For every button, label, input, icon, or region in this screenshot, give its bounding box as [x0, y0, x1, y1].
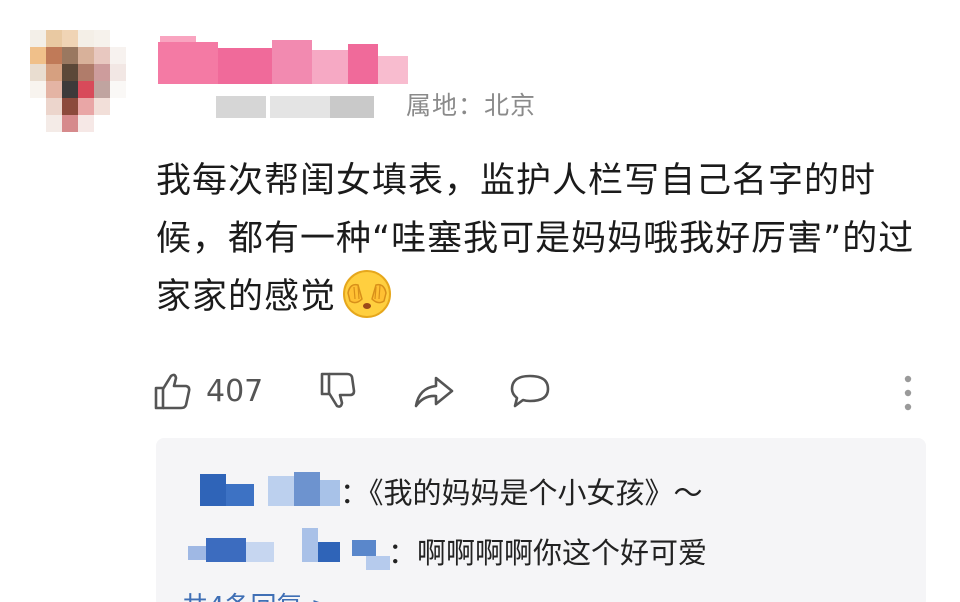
reply-item[interactable]: ：啊啊啊啊你这个好可爱 [156, 528, 926, 572]
replies-box: ：《我的妈妈是个小女孩》～ ：啊啊啊啊你这个好可爱 共4条回复 > [156, 438, 926, 602]
date-blurred [216, 96, 266, 118]
reply-text: ：《我的妈妈是个小女孩》～ [340, 476, 703, 510]
reply-author-blurred [268, 476, 294, 506]
like-button[interactable]: 407 [152, 366, 263, 416]
comment-text-content: 我每次帮闺女填表，监护人栏写自己名字的时候，都有一种“哇塞我可是妈妈哦我好厉害”… [156, 161, 915, 317]
reply-author-blurred [188, 546, 206, 560]
reply-author-blurred [318, 542, 340, 562]
more-vertical-icon[interactable] [898, 372, 918, 416]
reply-author-blurred [320, 480, 340, 506]
thumbs-down-icon [320, 372, 356, 408]
username[interactable] [158, 36, 418, 84]
ip-location: 属地：北京 [406, 91, 537, 120]
view-all-replies-link[interactable]: 共4条回复 > [182, 586, 333, 602]
like-count: 407 [206, 373, 264, 409]
avatar[interactable] [30, 30, 126, 134]
reply-button[interactable] [508, 366, 552, 416]
reply-text: ：啊啊啊啊你这个好可爱 [388, 536, 708, 570]
reply-author-blurred [200, 474, 226, 506]
comment-text: 我每次帮闺女填表，监护人栏写自己名字的时候，都有一种“哇塞我可是妈妈哦我好厉害”… [156, 152, 926, 326]
date-blurred [330, 96, 374, 118]
reply-author-blurred [206, 538, 246, 562]
reply-author-blurred [302, 528, 318, 562]
reply-author-blurred [294, 472, 320, 506]
date-blurred [270, 96, 330, 118]
dislike-button[interactable] [316, 366, 358, 416]
action-bar: 407 [152, 366, 922, 416]
reply-author-blurred [226, 484, 254, 506]
face-covering-eyes-emoji [343, 270, 392, 318]
reply-author-blurred [352, 540, 376, 556]
comment-icon [510, 374, 550, 408]
reply-author-blurred [246, 542, 274, 562]
share-button[interactable] [412, 366, 456, 416]
reply-item[interactable]: ：《我的妈妈是个小女孩》～ [156, 468, 926, 512]
share-icon [414, 376, 454, 408]
reply-author-blurred [366, 556, 390, 570]
comment-card: 属地：北京 我每次帮闺女填表，监护人栏写自己名字的时候，都有一种“哇塞我可是妈妈… [0, 0, 960, 602]
thumbs-up-icon [154, 373, 191, 410]
